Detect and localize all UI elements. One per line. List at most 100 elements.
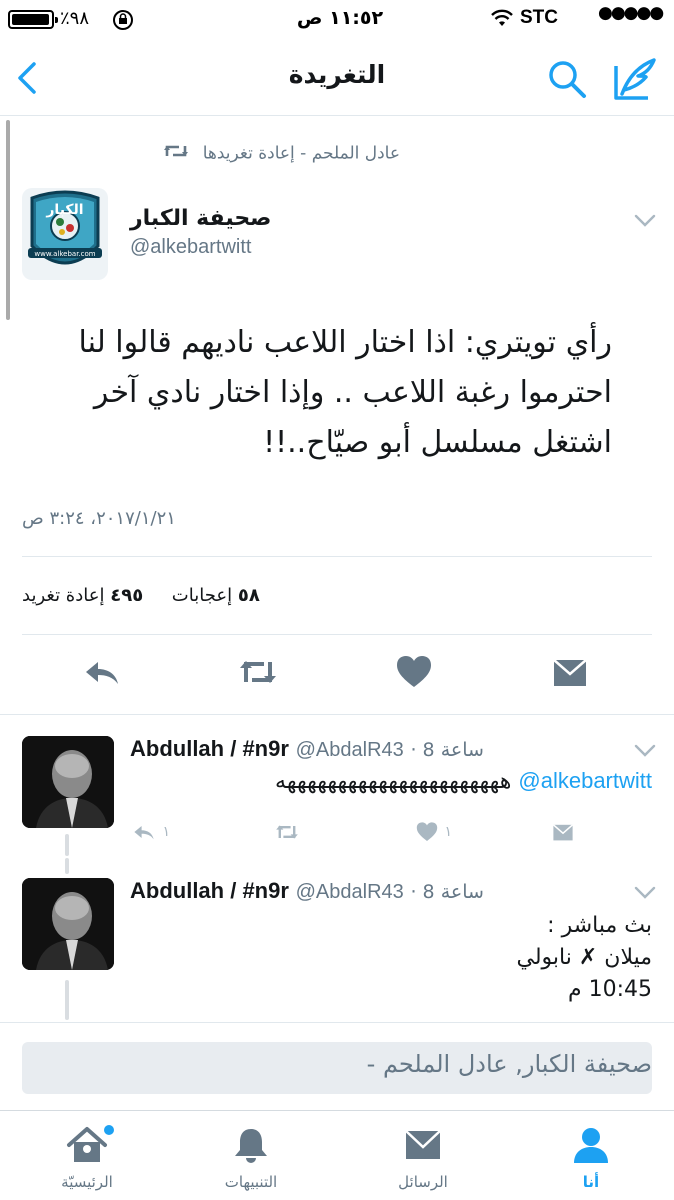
clock: ١١:٥٢ ص bbox=[296, 7, 384, 29]
profile-icon bbox=[574, 1128, 608, 1163]
author-handle[interactable]: @alkebartwitt bbox=[130, 236, 251, 259]
reply-author-handle[interactable]: @AbdalR43 bbox=[296, 881, 404, 903]
home-icon bbox=[67, 1127, 107, 1162]
envelope-icon bbox=[405, 1130, 441, 1159]
retweets-stat[interactable]: ٤٩٥ إعادة تغريد bbox=[22, 585, 143, 606]
divider bbox=[22, 556, 652, 557]
search-button[interactable] bbox=[544, 56, 590, 102]
heart-icon bbox=[416, 822, 438, 841]
lock-rotation-icon bbox=[113, 10, 133, 30]
likes-count: ٥٨ bbox=[237, 585, 260, 606]
avatar-brand-text: الكبار bbox=[45, 202, 83, 218]
signal-strength-icon: ●●●●● bbox=[598, 3, 664, 23]
battery-percent: ٪٩٨ bbox=[60, 8, 90, 29]
reply-count: ١ bbox=[162, 824, 170, 840]
scrollbar[interactable] bbox=[6, 120, 10, 320]
reply-author-handle[interactable]: @AbdalR43 bbox=[296, 739, 404, 761]
bell-icon bbox=[235, 1129, 267, 1163]
tab-messages[interactable]: الرسائل bbox=[358, 1125, 488, 1191]
tweet-text: رأي تويتري: اذا اختار اللاعب ناديهم قالو… bbox=[22, 318, 612, 468]
reply-text-line: بث مباشر : bbox=[547, 913, 652, 938]
avatar[interactable] bbox=[22, 878, 114, 970]
tab-home-label: الرئيسيّة bbox=[61, 1173, 113, 1191]
reply-text-line: 10:45 م bbox=[567, 977, 652, 1002]
like-button[interactable] bbox=[394, 652, 434, 692]
retweets-label: إعادة تغريد bbox=[22, 585, 105, 606]
reply-text-line: ميلان ✗ نابولي bbox=[516, 945, 652, 970]
direct-message-button[interactable] bbox=[550, 652, 590, 692]
wifi-icon bbox=[491, 9, 513, 26]
nav-bar: التغريدة bbox=[0, 40, 674, 116]
heart-icon bbox=[397, 656, 431, 687]
chevron-down-icon[interactable] bbox=[634, 744, 656, 758]
thread-line bbox=[65, 980, 69, 1020]
tweet-text-line: اشتغل مسلسل أبو صيّاح..!! bbox=[263, 425, 612, 460]
reply-time: · 8 ساعة bbox=[410, 739, 484, 761]
battery-icon bbox=[8, 10, 58, 29]
tab-home[interactable]: الرئيسيّة bbox=[22, 1125, 152, 1191]
divider bbox=[0, 714, 674, 715]
tab-me[interactable]: أنا bbox=[526, 1125, 656, 1191]
tweet-stats: ٥٨ إعجابات ٤٩٥ إعادة تغريد bbox=[22, 585, 260, 606]
reply-header: Abdullah / #n9r @AbdalR43 · 8 ساعة bbox=[130, 878, 484, 904]
back-button[interactable] bbox=[8, 50, 48, 106]
avatar[interactable]: www.alkebar.com الكبار bbox=[22, 188, 108, 280]
like-button[interactable]: ١ bbox=[414, 820, 452, 850]
divider bbox=[0, 1022, 674, 1023]
tab-notifications[interactable]: التنبيهات bbox=[186, 1125, 316, 1191]
thread-line bbox=[65, 858, 69, 874]
retweet-icon bbox=[163, 142, 189, 165]
tweet-text-line: احترموا رغبة اللاعب .. وإذا اختار نادي آ… bbox=[93, 375, 612, 410]
reply-tweet[interactable]: Abdullah / #n9r @AbdalR43 · 8 ساعة بث مب… bbox=[0, 858, 674, 1020]
tab-me-label: أنا bbox=[582, 1173, 600, 1191]
chevron-left-icon bbox=[18, 62, 36, 94]
reply-header: Abdullah / #n9r @AbdalR43 · 8 ساعة bbox=[130, 736, 484, 762]
reply-button[interactable] bbox=[82, 652, 122, 692]
reply-actions: ١ ١ bbox=[0, 820, 674, 850]
retweets-count: ٤٩٥ bbox=[110, 585, 144, 606]
retweet-icon bbox=[240, 661, 276, 683]
status-bar: ٪٩٨ ١١:٥٢ ص STC ●●●●● bbox=[0, 0, 674, 38]
envelope-icon bbox=[553, 659, 587, 686]
envelope-icon bbox=[552, 824, 574, 841]
tab-messages-label: الرسائل bbox=[398, 1173, 448, 1191]
likes-label: إعجابات bbox=[171, 585, 233, 606]
mention-link[interactable]: @alkebartwitt bbox=[518, 768, 652, 793]
chevron-down-icon[interactable] bbox=[634, 886, 656, 900]
tweet-text-line: رأي تويتري: اذا اختار اللاعب ناديهم قالو… bbox=[78, 325, 612, 360]
home-notification-dot bbox=[104, 1125, 114, 1135]
retweet-button[interactable] bbox=[238, 652, 278, 692]
reply-author-name[interactable]: Abdullah / #n9r bbox=[130, 736, 289, 761]
tab-notifications-label: التنبيهات bbox=[224, 1173, 278, 1191]
tab-bar: الرئيسيّة التنبيهات الرسائل أنا bbox=[0, 1110, 674, 1200]
compose-icon bbox=[614, 58, 656, 100]
reply-input[interactable]: صحيفة الكبار, عادل الملحم - bbox=[22, 1042, 652, 1094]
avatar-site-text: www.alkebar.com bbox=[34, 250, 95, 258]
divider bbox=[22, 634, 652, 635]
retweet-button[interactable] bbox=[272, 820, 302, 850]
reply-icon bbox=[86, 662, 118, 684]
direct-message-button[interactable] bbox=[550, 820, 576, 850]
avatar[interactable] bbox=[22, 736, 114, 828]
like-count: ١ bbox=[444, 824, 452, 840]
reply-author-name[interactable]: Abdullah / #n9r bbox=[130, 878, 289, 903]
reply-text: ههههههههههههههههههههههه @alkebartwitt bbox=[130, 768, 652, 794]
carrier-name: STC bbox=[520, 7, 558, 28]
tweet-timestamp: ٢٠١٧/١/٢١، ٣:٢٤ ص bbox=[22, 508, 176, 529]
tweet-actions bbox=[0, 652, 674, 696]
search-icon bbox=[549, 61, 586, 98]
reply-button[interactable]: ١ bbox=[130, 820, 170, 850]
reply-laugh-text: ههههههههههههههههههههههه bbox=[275, 769, 512, 794]
compose-tweet-button[interactable] bbox=[608, 52, 662, 106]
retweet-icon bbox=[276, 825, 298, 839]
reply-time: · 8 ساعة bbox=[410, 881, 484, 903]
retweet-context-text: عادل الملحم - إعادة تغريدها bbox=[202, 143, 400, 164]
likes-stat[interactable]: ٥٨ إعجابات bbox=[172, 585, 260, 606]
author-name[interactable]: صحيفة الكبار bbox=[130, 206, 271, 231]
retweet-context: عادل الملحم - إعادة تغريدها bbox=[80, 142, 400, 165]
reply-text: بث مباشر : ميلان ✗ نابولي 10:45 م bbox=[130, 910, 652, 1006]
reply-icon bbox=[134, 826, 154, 840]
chevron-down-icon[interactable] bbox=[634, 214, 656, 228]
reply-tweet[interactable]: Abdullah / #n9r @AbdalR43 · 8 ساعة ههههه… bbox=[0, 716, 674, 856]
reply-input-placeholder: صحيفة الكبار, عادل الملحم - bbox=[366, 1050, 652, 1078]
